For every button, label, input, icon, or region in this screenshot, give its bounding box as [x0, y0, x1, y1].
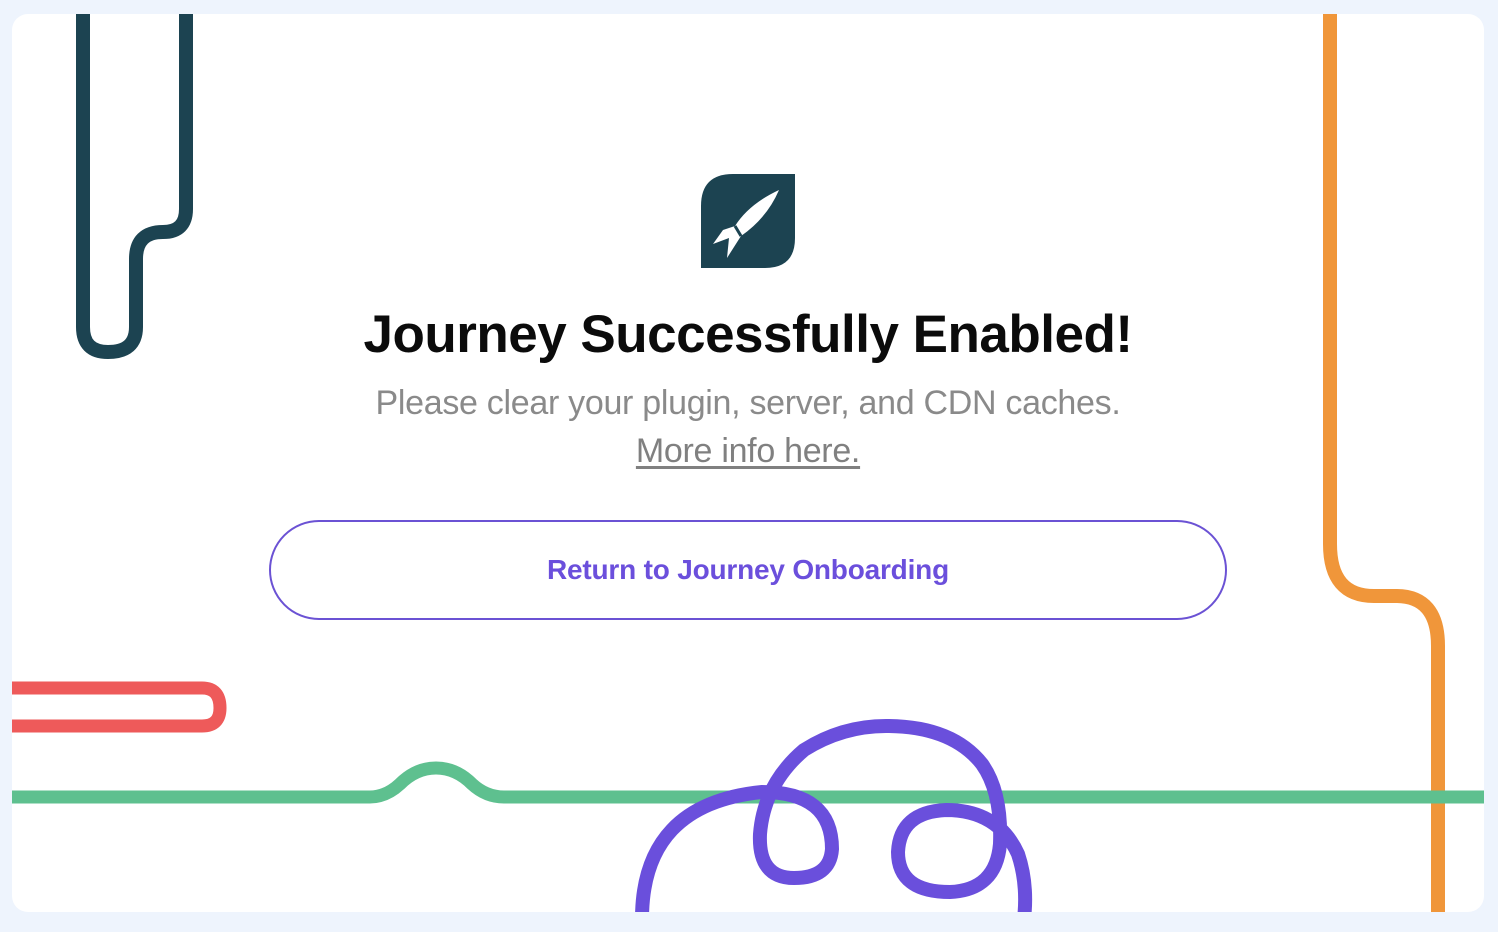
journey-logo [701, 174, 795, 268]
success-content: Journey Successfully Enabled! Please cle… [12, 14, 1484, 912]
more-info-container: More info here. [12, 430, 1484, 472]
content-card: Journey Successfully Enabled! Please cle… [12, 14, 1484, 912]
page-title: Journey Successfully Enabled! [363, 305, 1133, 364]
more-info-link[interactable]: More info here. [636, 432, 860, 470]
rocket-leaf-icon [701, 174, 795, 268]
return-to-onboarding-button[interactable]: Return to Journey Onboarding [269, 520, 1227, 620]
cache-instructions: Please clear your plugin, server, and CD… [375, 384, 1121, 422]
